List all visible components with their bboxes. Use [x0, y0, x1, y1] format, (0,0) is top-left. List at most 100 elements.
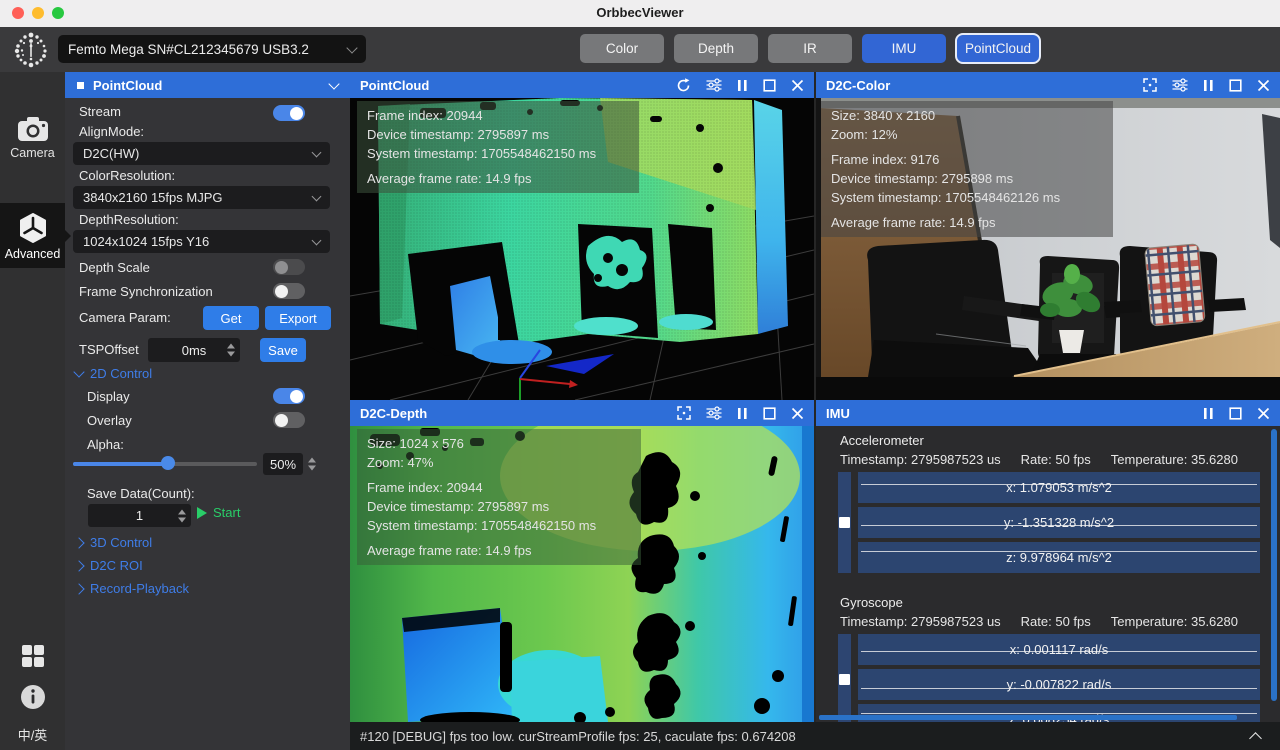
imu-horizontal-scrollbar[interactable] — [819, 715, 1237, 720]
tab-depth[interactable]: Depth — [674, 34, 758, 63]
system-timestamp: System timestamp: 1705548462126 ms — [831, 188, 1103, 207]
accel-z-chart[interactable]: z: 9.978964 m/s^2 — [858, 542, 1260, 573]
chevron-up-icon[interactable] — [1249, 732, 1262, 745]
chevron-down-icon — [312, 191, 322, 201]
imu-panel-title: IMU — [826, 406, 850, 421]
gyro-rate: Rate: 50 fps — [1021, 614, 1091, 629]
overlay-toggle[interactable] — [273, 412, 305, 428]
toolbar: Femto Mega SN#CL212345679 USB3.2 Color D… — [0, 27, 1280, 72]
section-3d-control[interactable]: 3D Control — [75, 535, 152, 550]
zoom: Zoom: 12% — [831, 125, 1103, 144]
save-data-count-input[interactable]: 1 — [88, 504, 191, 527]
info-icon[interactable] — [20, 684, 46, 710]
close-icon[interactable] — [1257, 407, 1270, 420]
frame-sync-toggle[interactable] — [273, 283, 305, 299]
fit-icon[interactable] — [1143, 78, 1157, 92]
tab-color[interactable]: Color — [580, 34, 664, 63]
pause-icon[interactable] — [1203, 407, 1214, 420]
maximize-icon[interactable] — [763, 79, 776, 92]
imu-vertical-scrollbar[interactable] — [1271, 429, 1277, 701]
depth-resolution-select[interactable]: 1024x1024 15fps Y16 — [73, 230, 330, 253]
color-viewer-header[interactable]: D2C-Color — [816, 72, 1280, 98]
depth-image-view[interactable]: Size: 1024 x 576 Zoom: 47% Frame index: … — [350, 426, 814, 722]
pointcloud-3d-view[interactable]: Frame index: 20944 Device timestamp: 279… — [350, 98, 814, 400]
device-selector[interactable]: Femto Mega SN#CL212345679 USB3.2 — [58, 35, 366, 63]
sidebar-item-label: Advanced — [5, 247, 61, 261]
depth-resolution-label: DepthResolution: — [79, 212, 179, 227]
system-timestamp: System timestamp: 1705548462150 ms — [367, 516, 631, 535]
orbbec-logo-icon — [10, 29, 52, 71]
get-button[interactable]: Get — [203, 306, 259, 330]
save-button[interactable]: Save — [260, 338, 306, 362]
accel-rate: Rate: 50 fps — [1021, 452, 1091, 467]
language-toggle[interactable]: 中/英 — [18, 725, 48, 744]
size: Size: 3840 x 2160 — [831, 106, 1103, 125]
display-toggle[interactable] — [273, 388, 305, 404]
tab-pointcloud[interactable]: PointCloud — [956, 34, 1040, 63]
gyro-x-chart[interactable]: x: 0.001117 rad/s — [858, 634, 1260, 665]
alpha-value: 50% — [270, 457, 296, 472]
tsp-offset-input[interactable]: 0ms — [148, 338, 240, 362]
color-resolution-select[interactable]: 3840x2160 15fps MJPG — [73, 186, 330, 209]
gyro-range-slider[interactable] — [838, 634, 851, 722]
camera-param-label: Camera Param: — [79, 310, 171, 325]
depth-viewer-title: D2C-Depth — [360, 406, 427, 421]
tab-ir[interactable]: IR — [768, 34, 852, 63]
refresh-icon[interactable] — [676, 78, 691, 93]
sidebar-item-camera[interactable]: Camera — [0, 106, 65, 167]
pause-icon[interactable] — [737, 407, 748, 420]
pointcloud-viewer-header[interactable]: PointCloud — [350, 72, 814, 98]
depth-viewer-header[interactable]: D2C-Depth — [350, 400, 814, 426]
section-d2c-roi[interactable]: D2C ROI — [75, 558, 143, 573]
sidebar-item-advanced[interactable]: Advanced — [0, 203, 65, 268]
stream-toggle[interactable] — [273, 105, 305, 121]
color-image-view[interactable]: Size: 3840 x 2160 Zoom: 12% Frame index:… — [816, 98, 1280, 400]
filter-icon[interactable] — [1172, 78, 1188, 92]
alpha-value-box[interactable]: 50% — [263, 453, 303, 475]
filter-icon[interactable] — [706, 406, 722, 420]
export-button[interactable]: Export — [265, 306, 331, 330]
stepper-arrows-icon[interactable] — [178, 509, 186, 522]
slider-handle[interactable] — [839, 674, 850, 685]
device-timestamp: Device timestamp: 2795898 ms — [831, 169, 1103, 188]
stepper-arrows-icon[interactable] — [227, 344, 235, 357]
stream-label: Stream — [79, 104, 121, 119]
imu-panel-header[interactable]: IMU — [816, 400, 1280, 426]
accel-x-chart[interactable]: x: 1.079053 m/s^2 — [858, 472, 1260, 503]
align-mode-select[interactable]: D2C(HW) — [73, 142, 330, 165]
pause-icon[interactable] — [737, 79, 748, 92]
maximize-icon[interactable] — [763, 407, 776, 420]
section-2d-control[interactable]: 2D Control — [75, 366, 152, 381]
save-data-count-value: 1 — [136, 508, 143, 523]
slider-handle[interactable] — [839, 517, 850, 528]
alpha-slider-handle[interactable] — [161, 456, 175, 470]
maximize-icon[interactable] — [1229, 79, 1242, 92]
gyro-y-chart[interactable]: y: -0.007822 rad/s — [858, 669, 1260, 700]
depth-scale-toggle[interactable] — [273, 259, 305, 275]
close-icon[interactable] — [1257, 79, 1270, 92]
accel-range-slider[interactable] — [838, 472, 851, 573]
gyroscope-stats: Timestamp: 2795987523 us Rate: 50 fps Te… — [840, 614, 1238, 629]
section-record-playback[interactable]: Record-Playback — [75, 581, 189, 596]
save-data-label: Save Data(Count): — [87, 486, 195, 501]
fit-icon[interactable] — [677, 406, 691, 420]
control-panel-header[interactable]: PointCloud — [65, 72, 350, 98]
maximize-icon[interactable] — [1229, 407, 1242, 420]
close-icon[interactable] — [791, 407, 804, 420]
frame-index: Frame index: 20944 — [367, 478, 631, 497]
start-button[interactable]: Start — [197, 505, 240, 520]
grid-icon[interactable] — [20, 643, 46, 669]
frame-index: Frame index: 9176 — [831, 150, 1103, 169]
depth-viewer-panel: D2C-Depth — [350, 400, 814, 722]
pause-icon[interactable] — [1203, 79, 1214, 92]
stepper-arrows-icon[interactable] — [308, 458, 316, 471]
depth-scale-label: Depth Scale — [79, 260, 150, 275]
color-resolution-value: 3840x2160 15fps MJPG — [83, 190, 222, 205]
close-icon[interactable] — [791, 79, 804, 92]
tab-imu[interactable]: IMU — [862, 34, 946, 63]
system-timestamp: System timestamp: 1705548462150 ms — [367, 144, 629, 163]
filter-icon[interactable] — [706, 78, 722, 92]
control-panel: PointCloud Stream AlignMode: D2C(HW) Col… — [65, 72, 350, 750]
accel-y-chart[interactable]: y: -1.351328 m/s^2 — [858, 507, 1260, 538]
chevron-down-icon — [73, 366, 84, 377]
